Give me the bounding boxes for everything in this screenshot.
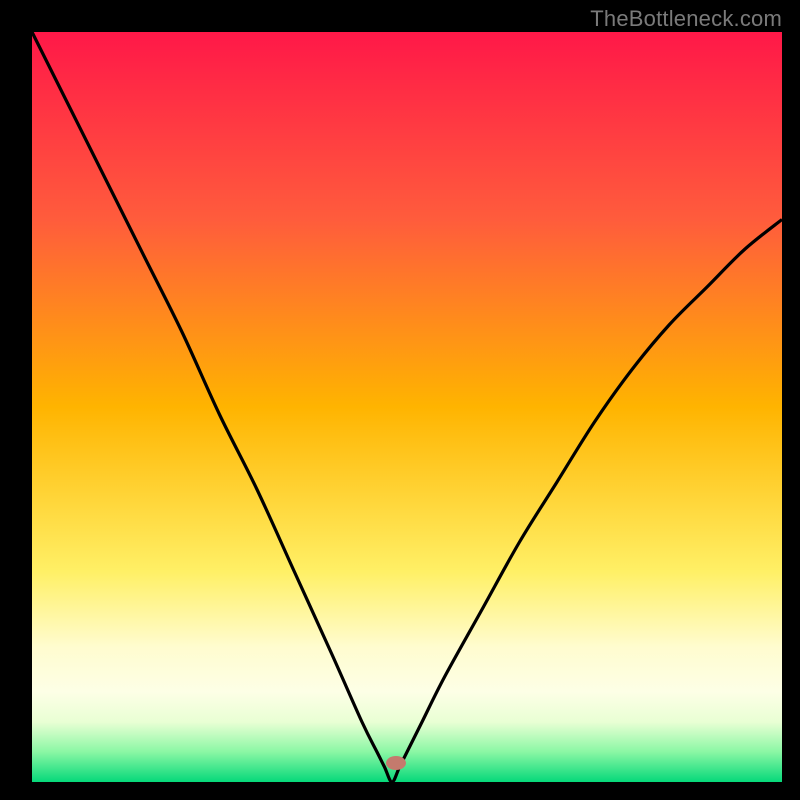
bottleneck-curve <box>32 32 782 782</box>
optimal-marker <box>386 756 406 770</box>
chart-frame: TheBottleneck.com <box>0 0 800 800</box>
plot-area <box>32 32 782 782</box>
watermark-text: TheBottleneck.com <box>590 6 782 32</box>
